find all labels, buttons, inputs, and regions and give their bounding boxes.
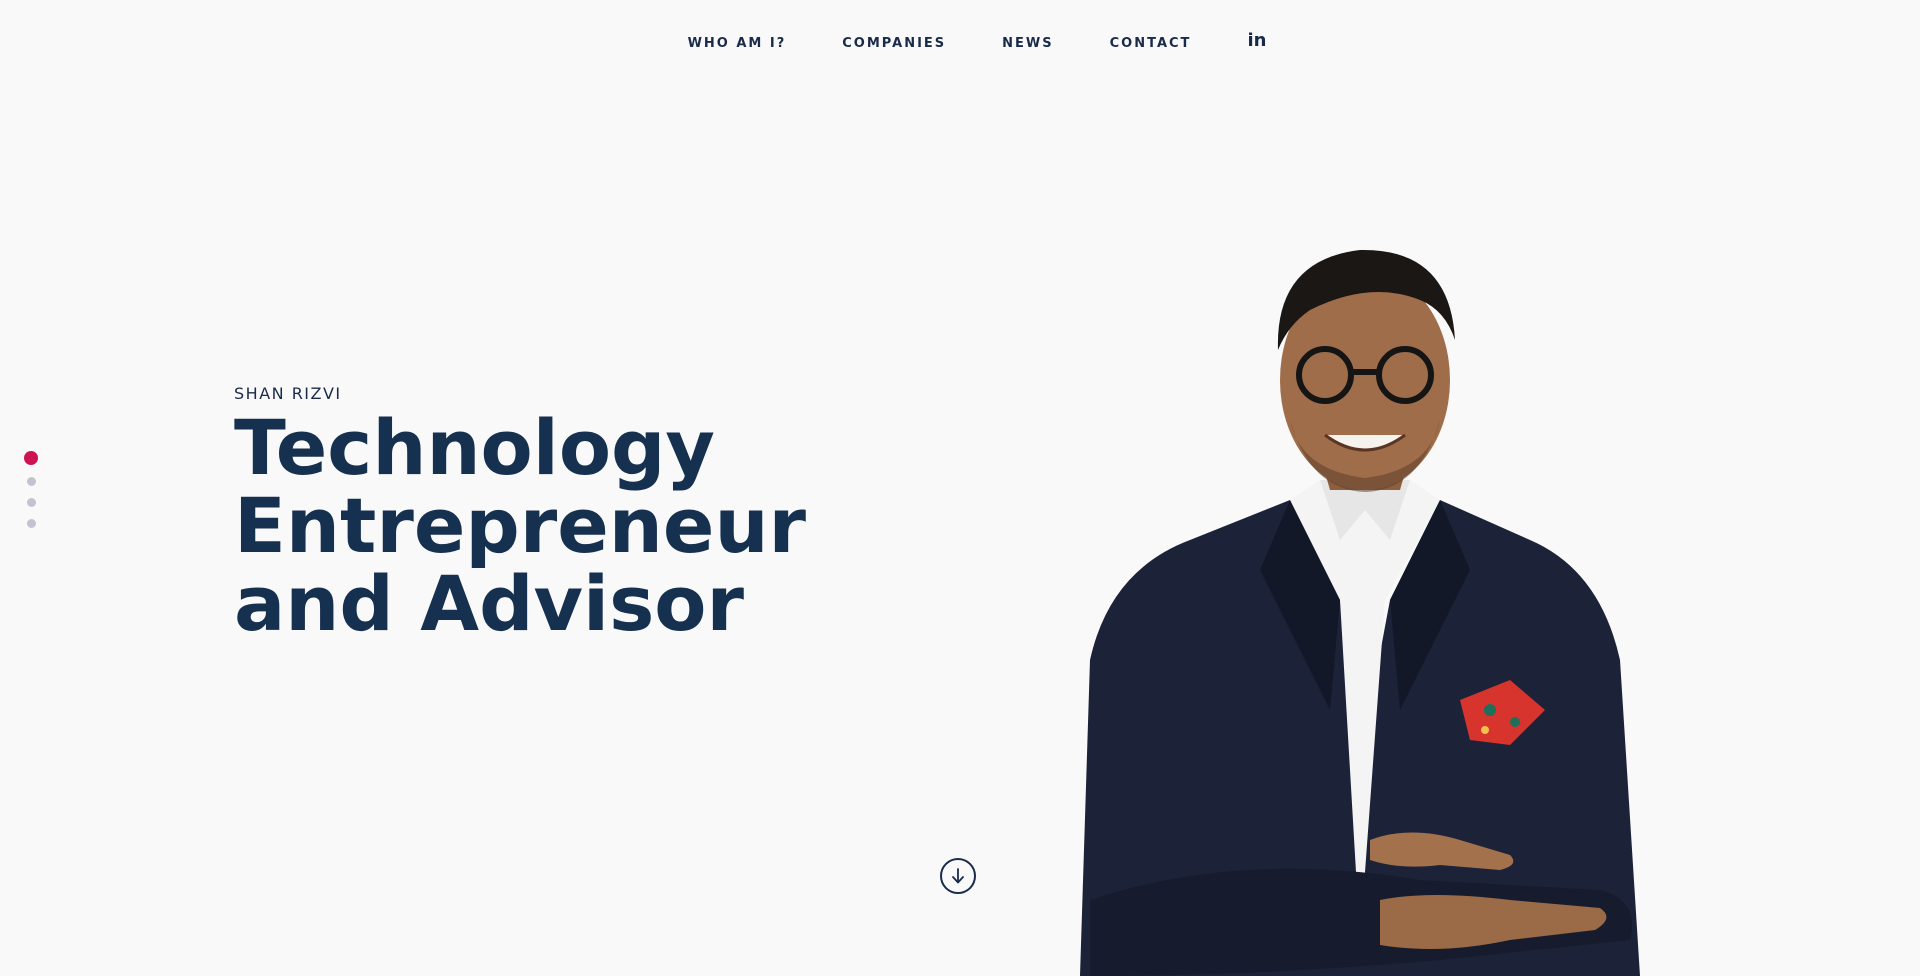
nav-links: WHO AM I? COMPANIES NEWS CONTACT in xyxy=(660,32,1267,52)
scroll-down-button[interactable] xyxy=(940,858,976,894)
hero-headline: Technology Entrepreneur and Advisor xyxy=(234,409,806,643)
nav-news[interactable]: NEWS xyxy=(1002,36,1053,51)
slide-dot-2[interactable] xyxy=(26,477,36,486)
top-navigation: WHO AM I? COMPANIES NEWS CONTACT in xyxy=(0,32,1920,52)
nav-companies[interactable]: COMPANIES xyxy=(842,36,946,51)
nav-contact[interactable]: CONTACT xyxy=(1110,36,1192,51)
portrait-photo xyxy=(1080,249,1640,976)
hero-text: SHAN RIZVI Technology Entrepreneur and A… xyxy=(234,384,806,643)
nav-who-am-i[interactable]: WHO AM I? xyxy=(688,36,787,51)
headline-line-1: Technology xyxy=(234,403,715,492)
slide-indicator xyxy=(24,451,38,534)
headline-line-3: and Advisor xyxy=(234,559,744,648)
page: WHO AM I? COMPANIES NEWS CONTACT in SHAN… xyxy=(0,0,1920,976)
slide-dot-3[interactable] xyxy=(26,498,36,507)
hero-eyebrow-name: SHAN RIZVI xyxy=(234,384,342,403)
headline-line-2: Entrepreneur xyxy=(234,481,807,570)
linkedin-icon[interactable]: in xyxy=(1247,32,1266,50)
arrow-down-icon xyxy=(952,868,964,884)
slide-dot-4[interactable] xyxy=(26,519,36,528)
slide-dot-1[interactable] xyxy=(24,451,38,465)
